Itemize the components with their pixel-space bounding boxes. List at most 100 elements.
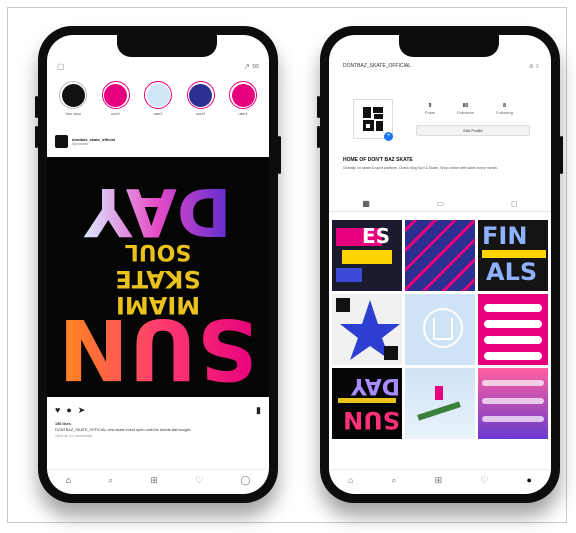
profile-name: HOME OF DON'T BAZ SKATE xyxy=(343,157,413,163)
story-label: user3 xyxy=(196,112,205,116)
view-comments-link[interactable]: View all 12 comments xyxy=(55,433,261,439)
grid-post[interactable] xyxy=(478,368,548,439)
post-header: dontbaz_skate_official Sponsored xyxy=(55,131,261,151)
story-avatar xyxy=(231,83,255,107)
stat-label: Followers xyxy=(456,110,475,115)
profile-tabs: ▦ ▭ ◻ xyxy=(329,195,551,212)
profile-icon[interactable]: ◯ xyxy=(240,475,250,486)
post-caption-block: 156 likes DONTBAZ_SKATE_OFFICIAL new ska… xyxy=(55,421,261,439)
post-grid: ES FIN ALS DAY SUN xyxy=(332,220,548,439)
story-ring xyxy=(101,81,130,109)
tile-text: ES xyxy=(362,224,391,248)
search-icon[interactable]: ⌕ xyxy=(392,475,397,486)
volume-button xyxy=(317,96,320,118)
grid-post[interactable]: FIN ALS xyxy=(478,220,548,291)
stat-number: 8 xyxy=(503,103,506,109)
notch xyxy=(399,35,499,57)
power-button xyxy=(278,136,281,174)
grid-post[interactable] xyxy=(332,294,402,365)
send-icon[interactable]: ↗ ✉ xyxy=(243,62,259,71)
bottom-nav: ⌂ ⌕ ⊞ ♡ ● xyxy=(329,469,551,490)
profile-handle[interactable]: DONTBAZ_SKATE_OFFICIAL xyxy=(343,63,411,69)
notch xyxy=(117,35,217,57)
bookmark-icon[interactable]: ▮ xyxy=(256,405,261,416)
art-line-day: DAY xyxy=(83,173,232,250)
tile-text: ALS xyxy=(486,258,538,286)
tile-text: DAY xyxy=(350,373,400,398)
story-ring xyxy=(59,81,87,109)
home-icon[interactable]: ⌂ xyxy=(348,475,353,485)
stat-number: 80 xyxy=(462,103,469,109)
story-item[interactable]: user2 xyxy=(140,81,176,123)
post-artwork: DAY SOUL SKATE MIAMI SUN xyxy=(58,173,257,397)
post-subtitle: Sponsored xyxy=(72,141,89,146)
story-item[interactable]: Your story xyxy=(55,81,91,123)
story-ring xyxy=(229,81,257,109)
art-line-sun: SUN xyxy=(58,300,257,397)
stories-row: Your story user1 user2 user3 user4 xyxy=(55,81,261,123)
art-line-skate: SKATE xyxy=(115,265,200,293)
grid-post[interactable] xyxy=(405,294,475,365)
story-ring xyxy=(186,81,215,109)
volume-button xyxy=(35,126,38,148)
profile-stats: 9 Posts 80 Followers 8 Following xyxy=(414,103,524,115)
post-avatar[interactable] xyxy=(55,134,68,148)
tagged-tab-icon[interactable]: ◻ xyxy=(511,199,518,208)
add-icon[interactable]: ⊞ xyxy=(435,475,443,486)
story-label: Your story xyxy=(64,112,82,116)
story-avatar xyxy=(104,83,127,107)
volume-button xyxy=(317,126,320,148)
profile-screen: DONTBAZ_SKATE_OFFICIAL ⊕ ≡ + 9 Posts 80 … xyxy=(329,35,551,494)
story-item[interactable]: user4 xyxy=(225,81,261,123)
tile-text: SUN xyxy=(343,406,400,434)
power-button xyxy=(560,136,563,174)
grid-post[interactable] xyxy=(478,294,548,365)
like-icon[interactable]: ♥ xyxy=(55,405,60,415)
stat-label: Following xyxy=(496,110,513,115)
post-actions: ♥ ● ➤ ▮ xyxy=(55,404,261,416)
art-line-soul: SOUL xyxy=(125,239,191,264)
story-label: user2 xyxy=(153,112,163,116)
home-icon[interactable]: ⌂ xyxy=(66,475,71,485)
story-item[interactable]: user1 xyxy=(98,81,134,123)
profile-bio: Globally on skate & sport platform. Chec… xyxy=(343,166,498,170)
stat-following[interactable]: 8 Following xyxy=(496,103,513,115)
feed-topbar: ▢ ↗ ✉ xyxy=(47,57,269,75)
bottom-nav: ⌂ ⌕ ⊞ ♡ ◯ xyxy=(47,469,269,490)
story-ring xyxy=(144,81,172,109)
camera-icon[interactable]: ▢ xyxy=(57,62,65,71)
grid-post[interactable] xyxy=(405,368,475,439)
stat-followers[interactable]: 80 Followers xyxy=(457,103,474,115)
grid-post[interactable] xyxy=(405,220,475,291)
menu-icon[interactable]: ⊕ ≡ xyxy=(529,63,539,70)
profile-icon[interactable]: ● xyxy=(526,475,531,485)
story-label: user4 xyxy=(238,112,248,116)
search-icon[interactable]: ⌕ xyxy=(108,475,113,486)
edit-profile-button[interactable]: Edit Profile xyxy=(416,125,530,136)
phone-profile: DONTBAZ_SKATE_OFFICIAL ⊕ ≡ + 9 Posts 80 … xyxy=(317,26,563,503)
stat-number: 9 xyxy=(428,103,432,109)
story-avatar xyxy=(146,83,170,107)
phone-feed: ▢ ↗ ✉ Your story user1 user2 user3 user4… xyxy=(35,26,281,503)
stat-posts[interactable]: 9 Posts xyxy=(425,103,435,115)
grid-tab-icon[interactable]: ▦ xyxy=(362,199,370,208)
story-avatar xyxy=(189,83,212,107)
volume-button xyxy=(35,96,38,118)
story-avatar xyxy=(61,83,85,107)
reels-tab-icon[interactable]: ▭ xyxy=(437,199,445,208)
grid-post[interactable]: DAY SUN xyxy=(332,368,402,439)
comment-icon[interactable]: ● xyxy=(66,405,71,415)
story-label: user1 xyxy=(111,112,120,116)
post-image[interactable]: DAY SOUL SKATE MIAMI SUN xyxy=(47,157,269,397)
heart-icon[interactable]: ♡ xyxy=(195,475,203,486)
add-icon[interactable]: ⊞ xyxy=(150,475,158,486)
share-icon[interactable]: ➤ xyxy=(78,405,86,416)
heart-icon[interactable]: ♡ xyxy=(480,475,488,486)
stat-label: Posts xyxy=(424,110,435,115)
grid-post[interactable]: ES xyxy=(332,220,402,291)
story-item[interactable]: user3 xyxy=(183,81,219,123)
feed-screen: ▢ ↗ ✉ Your story user1 user2 user3 user4… xyxy=(47,35,269,494)
tile-text: FIN xyxy=(482,222,528,250)
add-story-icon[interactable]: + xyxy=(384,132,393,141)
star-graphic xyxy=(336,298,400,360)
